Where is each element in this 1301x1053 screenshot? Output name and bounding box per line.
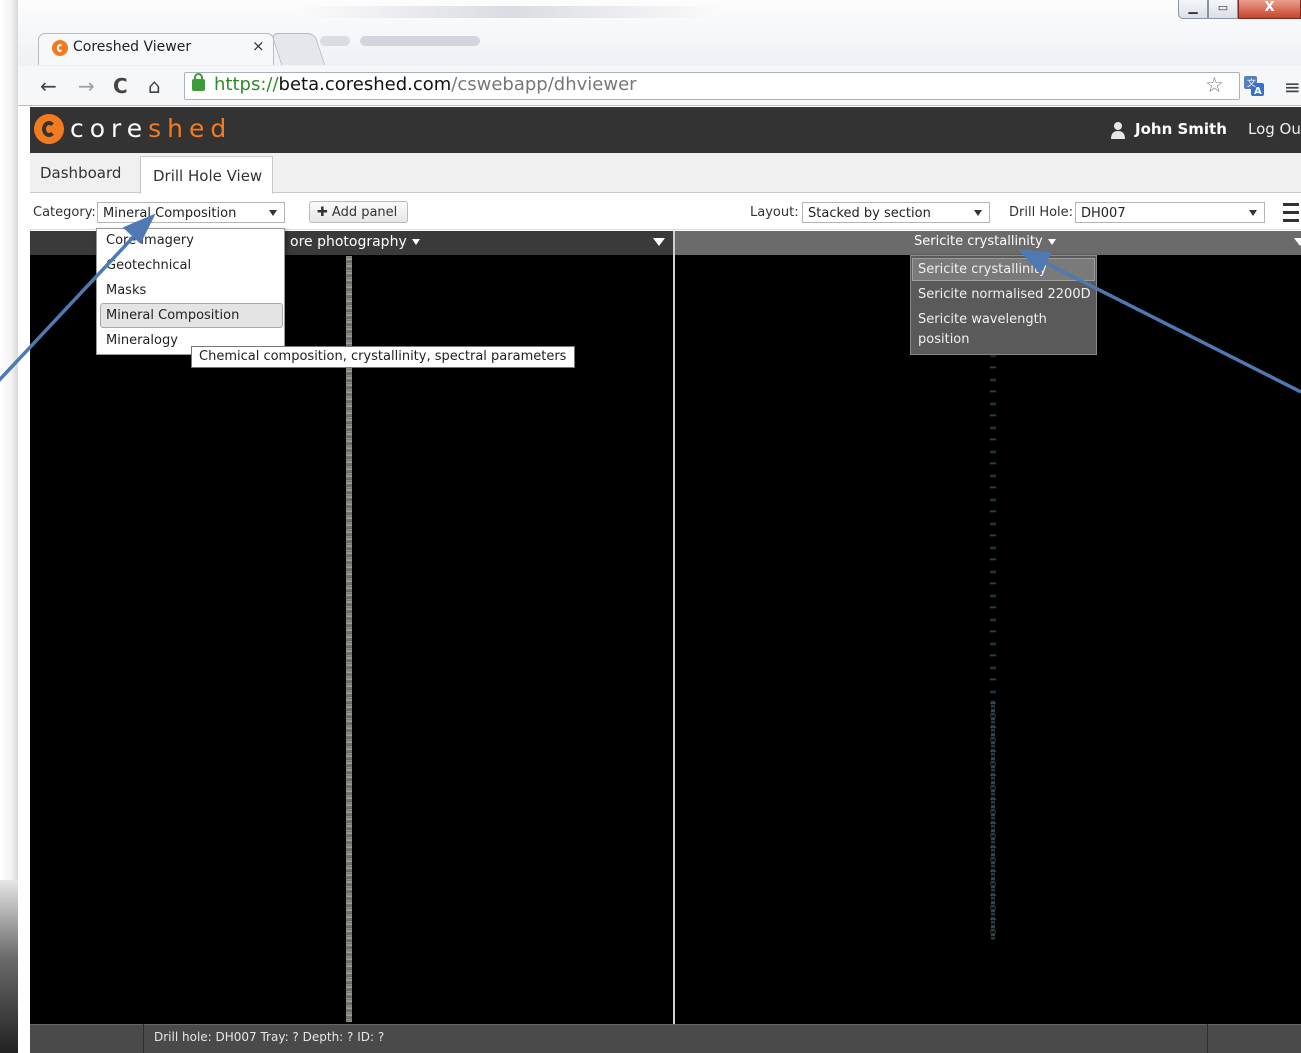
status-divider [1207,1024,1208,1053]
translate-icon[interactable]: 文A [1243,75,1265,97]
tab-dashboard[interactable]: Dashboard [30,153,140,193]
menu-item-mineralogy[interactable]: Mineralogy [106,333,178,348]
core-image-strip[interactable] [346,256,352,1022]
url-path: /cswebapp/dhviewer [451,74,637,95]
caret-down-icon [411,239,420,245]
desktop-background-dark [0,880,18,1053]
panel-menu-icon[interactable] [1294,238,1301,246]
user-icon [1111,121,1125,139]
reload-icon[interactable]: C [113,74,128,98]
right-panel-title-text: Sericite crystallinity [914,234,1043,249]
coreshed-favicon-icon [52,40,68,56]
status-text: Drill hole: DH007 Tray: ? Depth: ? ID: ? [154,1030,385,1044]
back-icon[interactable]: ← [40,74,57,98]
tooltip: Chemical composition, crystallinity, spe… [191,346,575,368]
tab-close-icon[interactable]: × [252,37,265,55]
panel-divider[interactable] [673,231,675,1024]
logo-text-core: core [70,114,149,143]
star-icon[interactable]: ☆ [1205,73,1224,97]
add-panel-button[interactable]: ✚ Add panel [309,201,408,223]
layout-select[interactable]: Stacked by section [802,202,990,223]
maximize-button[interactable]: ▭ [1208,0,1238,19]
status-divider [143,1024,144,1053]
category-label: Category: [33,205,96,220]
caret-down-icon [1047,238,1056,245]
blurred-bookmark [320,36,350,46]
url-text[interactable]: https://beta.coreshed.com/cswebapp/dhvie… [214,74,637,95]
blurred-window-title [300,6,720,18]
svg-text:A: A [1254,86,1262,97]
menu-icon[interactable]: ≡ [1284,75,1301,99]
layer-item-sericite-wavelength-position-cont[interactable]: position [918,332,970,347]
url-scheme: https:// [214,74,279,95]
browser-tab-title: Coreshed Viewer [73,39,192,55]
right-panel-title[interactable]: Sericite crystallinity [914,234,1056,249]
close-window-button[interactable]: X [1238,0,1301,19]
tab-drill-hole-view[interactable]: Drill Hole View [140,156,273,194]
drill-hole-select[interactable]: DH007 [1075,202,1265,223]
forward-icon[interactable]: → [78,74,95,98]
layout-select-value: Stacked by section [808,206,931,221]
plus-icon: ✚ [317,205,328,220]
logo-text-shed: shed [148,114,233,143]
menu-item-geotechnical[interactable]: Geotechnical [106,258,191,273]
lock-icon [192,73,205,91]
left-panel-title[interactable]: ore photography [290,234,420,250]
drill-hole-select-value: DH007 [1081,206,1126,221]
menu-item-core-imagery[interactable]: Core Imagery [106,233,194,248]
hamburger-menu-icon[interactable] [1283,203,1299,223]
sericite-crystallinity-strip[interactable] [991,700,995,940]
category-select-value: Mineral Composition [103,206,237,221]
menu-item-masks[interactable]: Masks [106,283,146,298]
logo-text[interactable]: coreshed [70,114,232,143]
user-name[interactable]: John Smith [1135,120,1227,138]
layer-item-sericite-wavelength-position[interactable]: Sericite wavelength [918,312,1047,327]
layout-label: Layout: [750,205,799,220]
coreshed-logo-icon [34,114,64,144]
home-icon[interactable]: ⌂ [148,74,161,98]
layer-item-sericite-crystallinity[interactable]: Sericite crystallinity [918,262,1047,277]
panel-menu-icon[interactable] [653,238,665,246]
left-panel-title-text: ore photography [290,234,407,250]
menu-item-mineral-composition[interactable]: Mineral Composition [106,308,239,323]
add-panel-label: Add panel [331,205,398,220]
blurred-bookmark [360,36,480,46]
drill-hole-label: Drill Hole: [1009,205,1074,220]
url-host: beta.coreshed.com [278,74,452,95]
chevron-down-icon [974,210,982,216]
layer-item-sericite-normalised-2200d[interactable]: Sericite normalised 2200D [918,287,1091,302]
chevron-down-icon [1249,210,1257,216]
category-select[interactable]: Mineral Composition [97,202,285,223]
chevron-down-icon [269,210,277,216]
logout-link[interactable]: Log Ou [1248,120,1301,138]
minimize-button[interactable]: ▁ [1178,0,1208,19]
